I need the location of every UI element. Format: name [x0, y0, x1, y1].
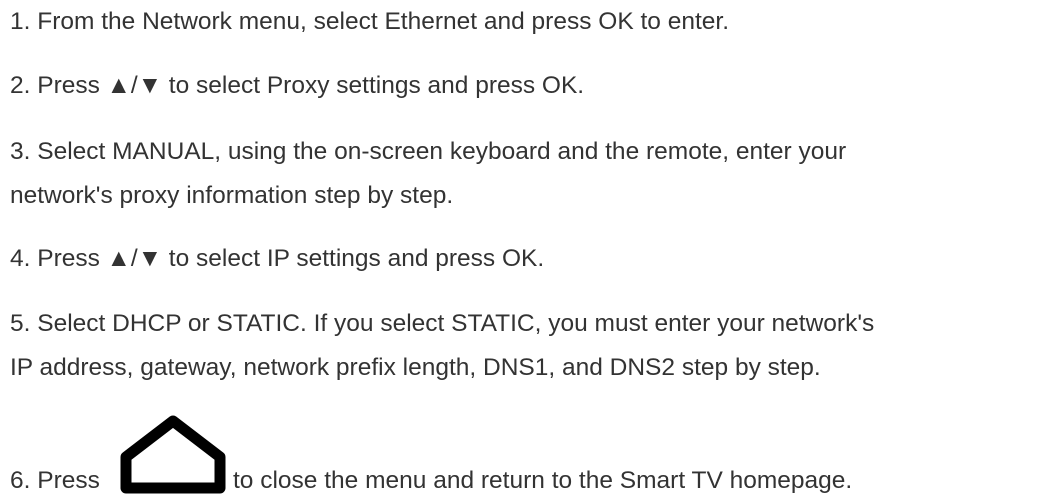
step-4-text: 4. Press ▲/▼ to select IP settings and p… — [10, 245, 545, 272]
step-5-text-continued: IP address, gateway, network prefix leng… — [10, 354, 821, 381]
step-6-text-after: to close the menu and return to the Smar… — [233, 467, 853, 494]
step-5-text: 5. Select DHCP or STATIC. If you select … — [10, 310, 875, 337]
step-3-text-continued: network's proxy information step by step… — [10, 182, 454, 209]
step-1-text: 1. From the Network menu, select Etherne… — [10, 8, 730, 35]
step-3-text: 3. Select MANUAL, using the on-screen ke… — [10, 138, 847, 165]
step-2-text: 2. Press ▲/▼ to select Proxy settings an… — [10, 72, 585, 99]
home-icon — [120, 415, 226, 494]
step-6-text-before: 6. Press — [10, 467, 100, 494]
step-6: 6. Press to close the menu and return to… — [10, 414, 1050, 494]
